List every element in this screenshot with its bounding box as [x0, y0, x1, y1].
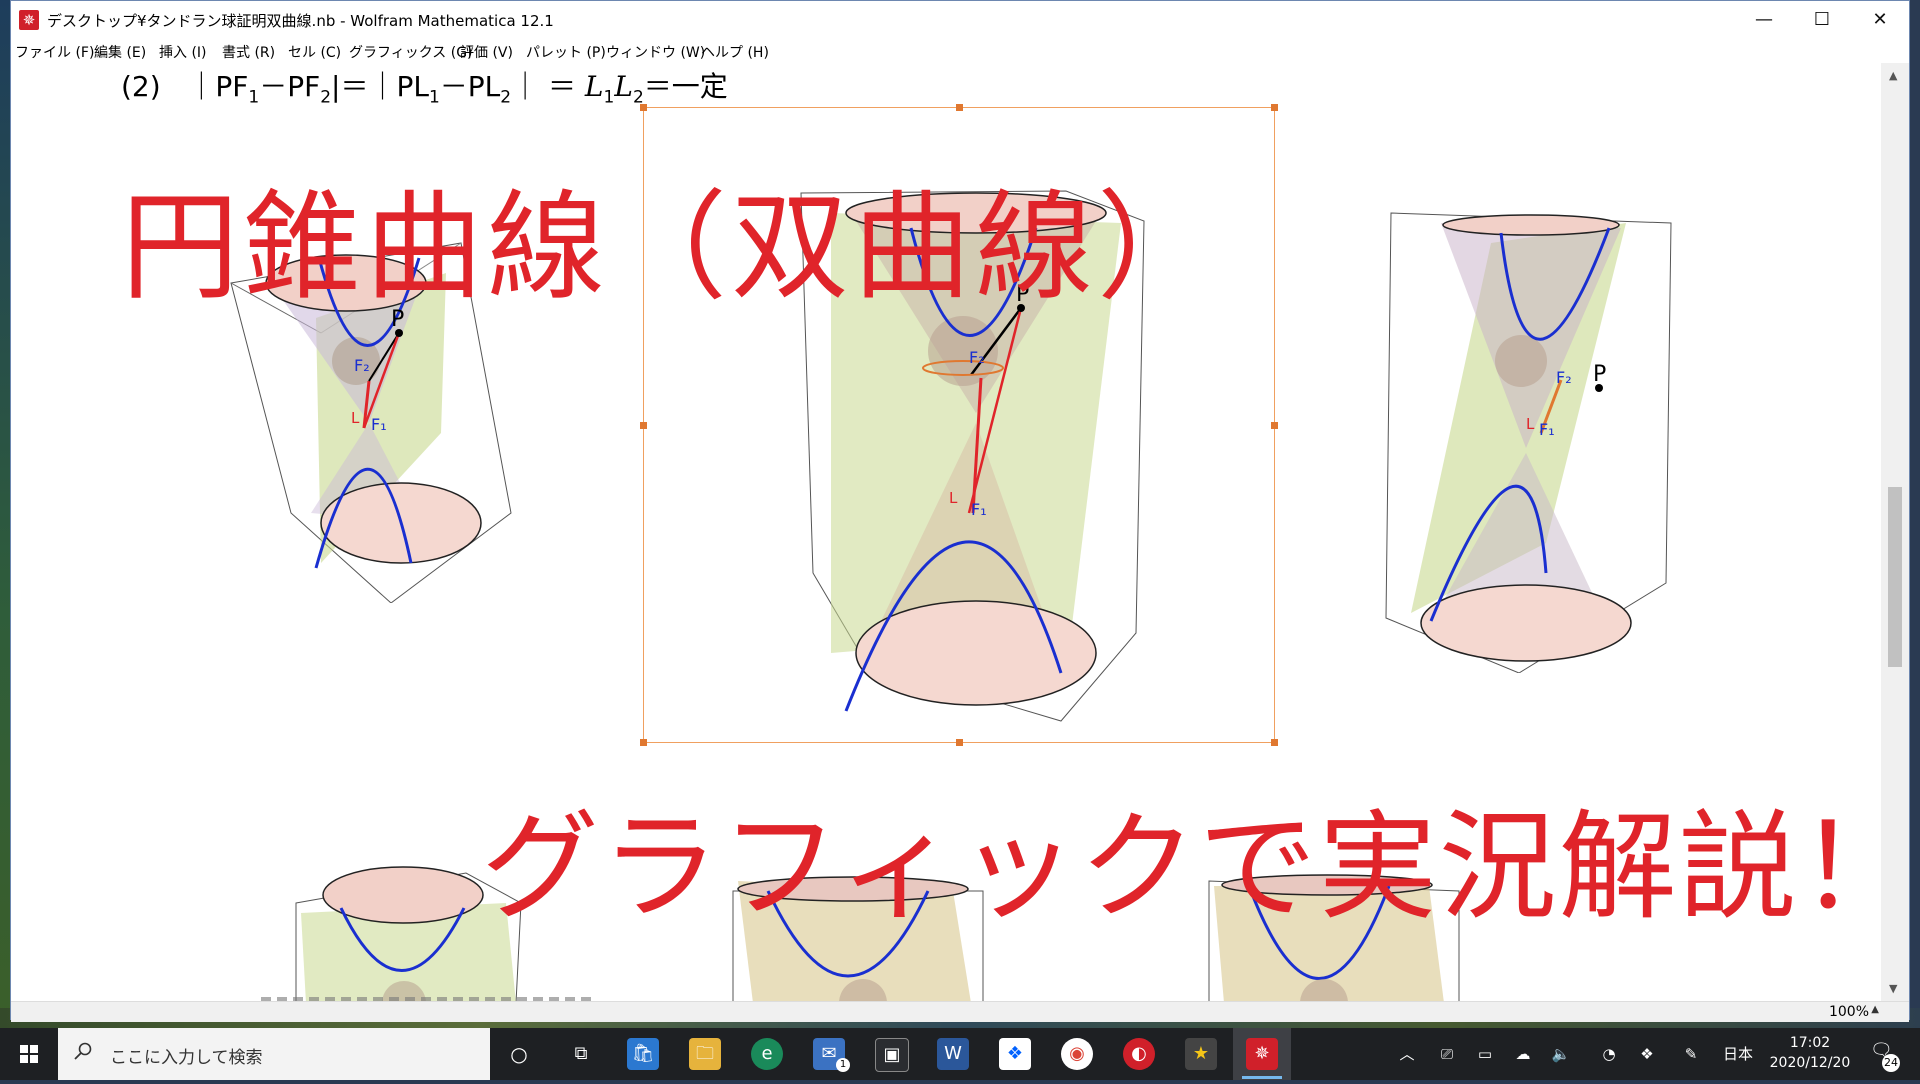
search-icon — [74, 1042, 92, 1060]
cloud-sync-icon[interactable]: ☁ — [1508, 1028, 1538, 1080]
line-l-label: L — [351, 409, 360, 427]
resize-handle[interactable] — [956, 739, 963, 746]
mathematica-icon[interactable]: ✵ — [19, 10, 39, 30]
notification-count: 24 — [1882, 1054, 1900, 1072]
minimize-button[interactable]: — — [1735, 1, 1793, 39]
ime-indicator[interactable]: 日本 — [1720, 1028, 1756, 1080]
mail-badge: 1 — [836, 1058, 850, 1072]
maximize-button[interactable]: ☐ — [1793, 1, 1851, 39]
scroll-up-icon[interactable]: ▲ — [1889, 69, 1897, 82]
overlay-title: 円錐曲線（双曲線） — [121, 178, 1220, 316]
hyperbola-graphic-right[interactable]: P F₂ F₁ L — [1371, 203, 1721, 673]
meet-now-icon[interactable]: ⎚ — [1432, 1028, 1462, 1080]
focus-f2-label: F₂ — [1556, 368, 1572, 387]
word-icon[interactable]: W — [937, 1038, 969, 1070]
active-indicator — [1242, 1076, 1282, 1079]
menu-format[interactable]: 書式 (R) — [222, 42, 275, 62]
focus-f2-label: F₂ — [354, 356, 370, 375]
resize-handle[interactable] — [640, 422, 647, 429]
window-title: デスクトップ¥タンドラン球証明双曲線.nb - Wolfram Mathemat… — [47, 12, 554, 30]
menu-file[interactable]: ファイル (F) — [15, 42, 94, 62]
menu-window[interactable]: ウィンドウ (W) — [606, 42, 705, 62]
resize-handle[interactable] — [1271, 104, 1278, 111]
terminal-icon[interactable]: ▣ — [875, 1038, 909, 1072]
zoom-level[interactable]: 100% — [1829, 1004, 1869, 1020]
menu-insert[interactable]: 挿入 (I) — [159, 42, 207, 62]
menu-edit[interactable]: 編集 (E) — [94, 42, 146, 62]
resize-handle[interactable] — [640, 104, 647, 111]
menu-cell[interactable]: セル (C) — [288, 42, 341, 62]
desktop-background — [0, 0, 10, 1022]
dropbox-tray-icon[interactable]: ❖ — [1632, 1028, 1662, 1080]
taskbar-search[interactable]: ここに入力して検索 — [58, 1028, 490, 1080]
windows-logo-icon — [20, 1045, 38, 1063]
point-p-label: P — [1593, 362, 1606, 387]
theorem-formula: (2) ｜PF1－PF2|＝｜PL1－PL2｜ ＝ L1L2＝一定 — [121, 70, 728, 108]
network-icon[interactable]: ◔ — [1594, 1028, 1624, 1080]
clock-time: 17:02 — [1789, 1035, 1831, 1051]
battery-icon[interactable]: ▭ — [1470, 1028, 1500, 1080]
title-bar[interactable]: ✵ デスクトップ¥タンドラン球証明双曲線.nb - Wolfram Mathem… — [11, 1, 1909, 39]
line-l-label: L — [1526, 415, 1535, 433]
start-button[interactable] — [0, 1028, 58, 1080]
scroll-thumb[interactable] — [1888, 487, 1902, 667]
volume-icon[interactable]: 🔈 — [1546, 1028, 1576, 1080]
task-view-icon[interactable]: ⧉ — [565, 1038, 597, 1070]
overlay-subtitle: グラフィックで実況解説！ — [481, 798, 1881, 936]
chrome-icon[interactable]: ◉ — [1061, 1038, 1093, 1070]
resize-handle[interactable] — [1271, 739, 1278, 746]
resize-handle[interactable] — [1271, 422, 1278, 429]
resize-handle[interactable] — [640, 739, 647, 746]
taskbar: ここに入力して検索 ○ ⧉ 🛍 🗀 e ✉ 1 ▣ W ❖ ◉ ◐ ★ ✵ ︿ … — [0, 1028, 1920, 1080]
pen-icon[interactable]: ✎ — [1676, 1028, 1706, 1080]
cortana-icon[interactable]: ○ — [503, 1038, 535, 1070]
status-bar: 100% ▲ — [11, 1001, 1909, 1022]
line-l-label: L — [949, 489, 958, 507]
file-explorer-icon[interactable]: 🗀 — [689, 1038, 721, 1070]
store-icon[interactable]: 🛍 — [627, 1038, 659, 1070]
close-button[interactable]: ✕ — [1851, 1, 1909, 39]
scroll-down-icon[interactable]: ▼ — [1889, 982, 1897, 995]
menu-evaluation[interactable]: 評価 (V) — [460, 42, 513, 62]
star-app-icon[interactable]: ★ — [1185, 1038, 1217, 1070]
resize-handle[interactable] — [956, 104, 963, 111]
notebook-content[interactable]: (2) ｜PF1－PF2|＝｜PL1－PL2｜ ＝ L1L2＝一定 P F₂ F… — [11, 63, 1881, 1001]
mathematica-taskbar-icon[interactable]: ✵ — [1246, 1038, 1278, 1070]
edge-icon[interactable]: e — [751, 1038, 783, 1070]
menu-help[interactable]: ヘルプ (H) — [701, 42, 769, 62]
focus-f2-label: F₂ — [969, 348, 985, 367]
focus-f1-label: F₁ — [971, 500, 987, 519]
dropbox-icon[interactable]: ❖ — [999, 1038, 1031, 1070]
mathematica-window: ✵ デスクトップ¥タンドラン球証明双曲線.nb - Wolfram Mathem… — [10, 0, 1910, 1022]
focus-f1-label: F₁ — [1539, 420, 1555, 439]
clock-date: 2020/12/20 — [1769, 1055, 1851, 1071]
search-placeholder: ここに入力して検索 — [110, 1048, 263, 1068]
tray-chevron-icon[interactable]: ︿ — [1392, 1028, 1422, 1080]
clock[interactable]: 17:02 2020/12/20 — [1760, 1033, 1860, 1073]
menu-bar: ファイル (F) 編集 (E) 挿入 (I) 書式 (R) セル (C) グラフ… — [11, 39, 1909, 63]
menu-palettes[interactable]: パレット (P) — [526, 42, 606, 62]
vertical-scrollbar[interactable]: ▲ ▼ — [1881, 63, 1909, 1001]
zoom-dropdown-icon[interactable]: ▲ — [1871, 1004, 1879, 1015]
formula-number: (2) — [121, 70, 161, 103]
app-red-icon[interactable]: ◐ — [1123, 1038, 1155, 1070]
menu-graphics[interactable]: グラフィックス (G) — [349, 42, 473, 62]
focus-f1-label: F₁ — [371, 415, 387, 434]
